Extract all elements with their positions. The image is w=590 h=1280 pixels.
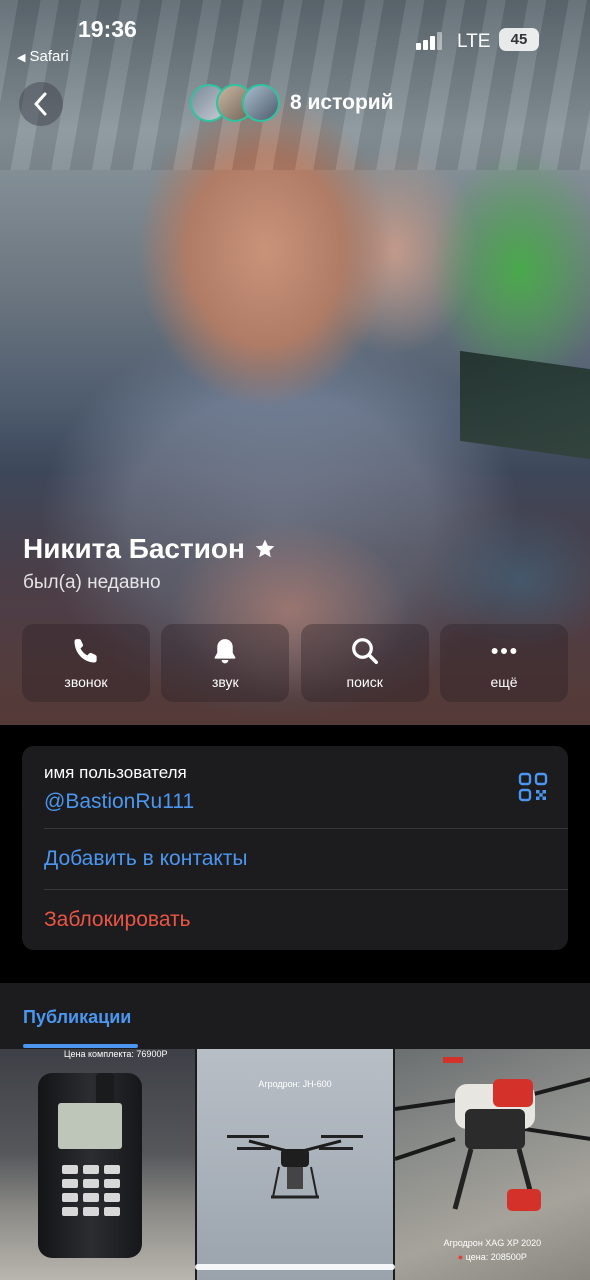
back-button[interactable]: [19, 82, 63, 126]
chevron-left-icon: [34, 92, 47, 116]
divider: [44, 889, 568, 890]
back-app-label: Safari: [29, 48, 69, 65]
phone-icon: [74, 639, 97, 663]
stories-button[interactable]: 8 историй: [190, 84, 394, 122]
search-button-label: поиск: [346, 674, 383, 690]
tab-publications[interactable]: Публикации: [23, 1007, 131, 1028]
tile-caption: Агродрон XAG XP 2020: [443, 1238, 542, 1248]
publications-section: Публикации Цена комплекта: 76900Р Агродр…: [0, 983, 590, 1280]
network-type: LTE: [457, 31, 491, 52]
status-time: 19:36: [78, 16, 137, 42]
info-card: имя пользователя @BastionRu111 Добавить …: [22, 746, 568, 950]
back-triangle-icon: ◀: [17, 52, 26, 64]
tile-price-text: цена: 208500Р: [465, 1252, 527, 1262]
radio-screen: [58, 1103, 122, 1149]
info-section: имя пользователя @BastionRu111 Добавить …: [0, 725, 590, 983]
publications-grid: Цена комплекта: 76900Р Агродрон: JH-600: [0, 1049, 590, 1280]
more-icon: [491, 648, 517, 654]
back-to-app-link[interactable]: ◀ Safari: [17, 48, 69, 65]
radio-keypad: [62, 1165, 120, 1216]
username-link[interactable]: @BastionRu111: [44, 790, 194, 814]
radio-antenna: [96, 1073, 114, 1103]
call-button[interactable]: звонок: [22, 624, 150, 702]
home-indicator[interactable]: [195, 1264, 395, 1270]
search-button[interactable]: поиск: [300, 624, 429, 702]
publication-tile[interactable]: Агродрон XAG XP 2020 ● цена: 208500Р: [394, 1049, 590, 1280]
tile-price: ● цена: 208500Р: [395, 1252, 590, 1262]
drone-image: [227, 1135, 364, 1199]
star-icon[interactable]: [253, 537, 277, 561]
action-bar: звонок звук поиск ещё: [22, 624, 568, 702]
publication-tile[interactable]: Агродрон: JH-600: [197, 1049, 393, 1280]
call-button-label: звонок: [64, 674, 108, 690]
sound-button[interactable]: звук: [161, 624, 290, 702]
username-caption: имя пользователя: [44, 763, 187, 782]
tile-caption: Цена комплекта: 76900Р: [63, 1049, 168, 1059]
radio-image: [38, 1073, 142, 1258]
signal-icon: [416, 32, 446, 50]
profile-last-seen: был(а) недавно: [23, 572, 161, 593]
profile-name-text: Никита Бастион: [23, 533, 245, 564]
publication-tile[interactable]: Цена комплекта: 76900Р: [0, 1049, 196, 1280]
qr-code-icon[interactable]: [518, 772, 548, 802]
price-dot-icon: ●: [457, 1252, 464, 1262]
block-user-button[interactable]: Заблокировать: [44, 908, 191, 932]
battery-level: 45: [510, 31, 528, 48]
tab-underline: [23, 1044, 138, 1048]
bell-icon: [214, 639, 236, 664]
divider: [44, 828, 568, 829]
add-to-contacts-button[interactable]: Добавить в контакты: [44, 847, 248, 871]
stories-label: 8 историй: [290, 91, 394, 114]
more-button-label: ещё: [490, 674, 518, 690]
profile-name: Никита Бастион: [23, 533, 277, 565]
sound-button-label: звук: [211, 674, 239, 690]
story-thumbnail: [242, 84, 280, 122]
battery-icon: 45: [499, 28, 539, 51]
more-button[interactable]: ещё: [439, 624, 568, 702]
search-icon: [351, 638, 378, 664]
